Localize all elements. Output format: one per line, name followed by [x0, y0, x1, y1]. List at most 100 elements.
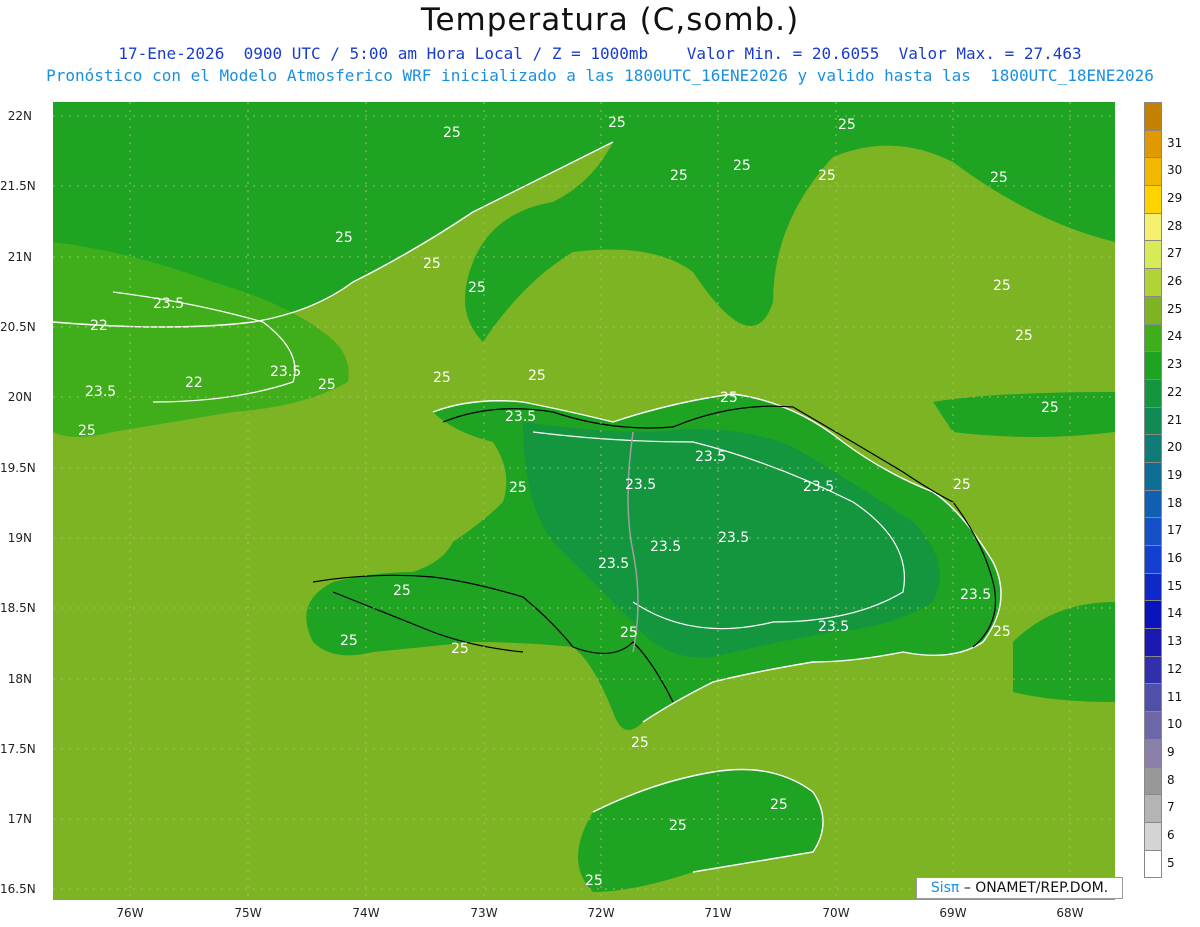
contour-label: 25	[818, 168, 836, 184]
colorbar-cell	[1144, 462, 1162, 491]
forecast-valid-line: 17-Ene-2026 0900 UTC / 5:00 am Hora Loca…	[118, 44, 1082, 63]
colorbar-cell	[1144, 102, 1162, 131]
colorbar-cell	[1144, 601, 1162, 630]
colorbar-level-label: 22	[1167, 384, 1183, 399]
contour-label: 25	[468, 280, 486, 296]
contour-label: 25	[1015, 328, 1033, 344]
credit-org: – ONAMET/REP.DOM.	[963, 880, 1109, 896]
contour-label: 25	[733, 158, 751, 174]
credit-pi: π	[950, 880, 960, 896]
contour-label: 25	[608, 115, 626, 131]
colorbar-level-label: 24	[1167, 329, 1183, 344]
colorbar-cell	[1144, 767, 1162, 796]
colorbar-cell	[1144, 684, 1162, 713]
colorbar-cell	[1144, 324, 1162, 353]
lon-label: 69W	[939, 906, 967, 920]
lat-label: 16.5N	[0, 882, 36, 896]
colorbar-level-label: 17	[1167, 523, 1183, 538]
colorbar-level-label: 6	[1167, 828, 1175, 843]
lat-label: 18N	[7, 672, 32, 686]
colorbar-cell	[1144, 435, 1162, 463]
colorbar-level-label: 27	[1167, 246, 1183, 261]
colorbar-cell	[1144, 186, 1162, 214]
lat-label: 20N	[7, 390, 32, 404]
colorbar-cell	[1144, 213, 1162, 242]
colorbar-level-label: 5	[1167, 855, 1175, 870]
warm-patch-northeast	[933, 392, 1115, 437]
colorbar-level-label: 11	[1167, 689, 1183, 704]
contour-label: 23.5	[960, 587, 991, 603]
colorbar-cell	[1144, 490, 1162, 519]
credit-box: Sisπ – ONAMET/REP.DOM.	[916, 877, 1123, 899]
lat-label: 21.5N	[0, 179, 36, 193]
credit-sis: Sis	[930, 880, 951, 896]
contour-label: 25	[993, 624, 1011, 640]
contour-label: 25	[78, 423, 96, 439]
colorbar-cell	[1144, 546, 1162, 574]
contour-label: 23.5	[625, 477, 656, 493]
colorbar-cell	[1144, 379, 1162, 408]
contour-label: 25	[340, 633, 358, 649]
lat-label: 21N	[7, 250, 32, 264]
colorbar-level-label: 21	[1167, 412, 1183, 427]
colorbar-cell	[1144, 130, 1162, 159]
colorbar-level-label: 20	[1167, 440, 1183, 455]
model-info-line: Pronóstico con el Modelo Atmosferico WRF…	[46, 66, 1154, 85]
contour-label: 25	[423, 256, 441, 272]
contour-label: 25	[335, 230, 353, 246]
contour-label: 25	[620, 625, 638, 641]
colorbar-level-label: 8	[1167, 772, 1175, 787]
contour-label: 25	[953, 477, 971, 493]
colorbar-cell	[1144, 296, 1162, 325]
contour-label: 25	[670, 168, 688, 184]
contour-label: 25	[585, 873, 603, 889]
contour-label: 25	[838, 117, 856, 133]
colorbar-cell	[1144, 795, 1162, 823]
contour-label: 25	[770, 797, 788, 813]
contour-label: 25	[631, 735, 649, 751]
contour-label: 25	[990, 170, 1008, 186]
colorbar-level-label: 25	[1167, 301, 1183, 316]
colorbar-cell	[1144, 407, 1162, 436]
contour-label: 23.5	[505, 409, 536, 425]
colorbar-level-label: 13	[1167, 634, 1183, 649]
contour-label: 25	[509, 480, 527, 496]
colorbar-cell	[1144, 739, 1162, 768]
colorbar-cell	[1144, 352, 1162, 380]
contour-label: 25	[393, 583, 411, 599]
lon-label: 70W	[822, 906, 850, 920]
colorbar-cell	[1144, 712, 1162, 740]
lon-label: 73W	[470, 906, 498, 920]
colorbar-level-label: 12	[1167, 661, 1183, 676]
colorbar-level-label: 19	[1167, 467, 1183, 482]
contour-label: 25	[993, 278, 1011, 294]
temperature-map: 25 25 25 25 25 25 25 25 25 25 25 25 25 2…	[53, 102, 1115, 900]
contour-label: 25	[1041, 400, 1059, 416]
colorbar-cell	[1144, 822, 1162, 851]
colorbar-cell	[1144, 656, 1162, 685]
contour-label: 25	[451, 641, 469, 657]
lat-label: 17N	[7, 812, 32, 826]
contour-label: 25	[433, 370, 451, 386]
lon-label: 74W	[352, 906, 380, 920]
contour-label: 25	[443, 125, 461, 141]
contour-label: 23.5	[598, 556, 629, 572]
contour-label: 23.5	[818, 619, 849, 635]
contour-label: 23.5	[85, 384, 116, 400]
colorbar-level-label: 29	[1167, 190, 1183, 205]
contour-label: 22	[90, 318, 108, 334]
colorbar-cell	[1144, 850, 1162, 879]
contour-label: 23.5	[718, 530, 749, 546]
colorbar-level-label: 16	[1167, 551, 1183, 566]
colorbar-cell	[1144, 241, 1162, 270]
contour-label: 23.5	[153, 296, 184, 312]
colorbar-cell	[1144, 518, 1162, 546]
contour-label: 23.5	[803, 479, 834, 495]
lon-label: 72W	[587, 906, 615, 920]
contour-label: 25	[720, 390, 738, 406]
colorbar-cell	[1144, 629, 1162, 657]
lon-label: 76W	[116, 906, 144, 920]
contour-label: 25	[318, 377, 336, 393]
colorbar-level-label: 10	[1167, 717, 1183, 732]
colorbar-level-label: 31	[1167, 135, 1183, 150]
